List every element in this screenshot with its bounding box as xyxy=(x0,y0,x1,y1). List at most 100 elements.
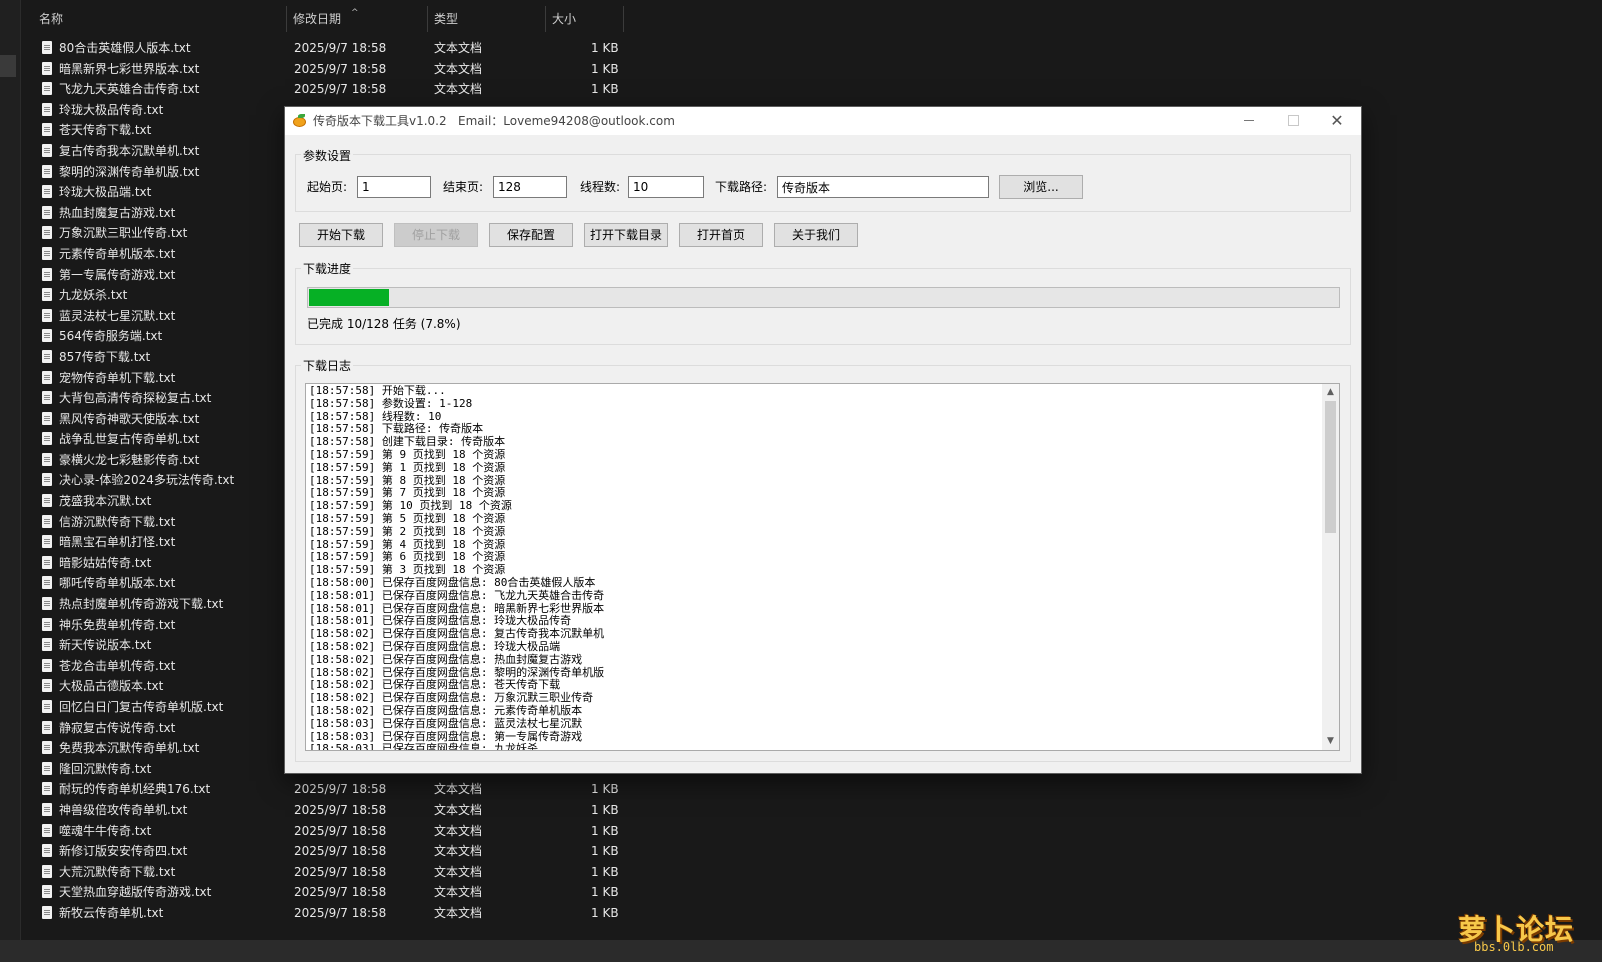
text-file-icon xyxy=(42,452,52,466)
minimize-button[interactable] xyxy=(1227,107,1271,135)
column-header-size[interactable]: 大小 xyxy=(546,6,624,32)
text-file-icon xyxy=(42,308,52,322)
taskbar xyxy=(0,940,1602,962)
log-line: [18:57:59] 第 1 页找到 18 个资源 xyxy=(309,460,506,474)
file-name: 信游沉默传奇下载.txt xyxy=(59,514,176,529)
file-name: 苍龙合击单机传奇.txt xyxy=(59,658,176,673)
file-date: 2025/9/7 18:58 xyxy=(294,844,387,859)
file-name: 热点封魔单机传奇游戏下载.txt xyxy=(59,597,224,612)
log-line: [18:58:02] 已保存百度网盘信息: 玲珑大极品端 xyxy=(309,639,561,653)
log-line: [18:58:02] 已保存百度网盘信息: 元素传奇单机版本 xyxy=(309,703,583,717)
file-type: 文本文档 xyxy=(434,41,483,55)
scroll-down-icon[interactable]: ▼ xyxy=(1322,733,1339,750)
minimize-icon xyxy=(1244,120,1254,121)
file-row[interactable]: 神兽级倍攻传奇单机.txt 2025/9/7 18:58 文本文档 1 KB xyxy=(21,800,661,821)
scroll-up-icon[interactable]: ▲ xyxy=(1322,384,1339,401)
file-name: 暗黑宝石单机打怪.txt xyxy=(59,535,176,550)
start-page-input[interactable] xyxy=(357,176,431,198)
text-file-icon xyxy=(42,700,52,713)
scroll-thumb[interactable] xyxy=(1325,401,1336,533)
log-line: [18:58:02] 已保存百度网盘信息: 热血封魔复古游戏 xyxy=(309,652,583,666)
file-name: 玲珑大极品端.txt xyxy=(59,185,152,200)
file-size: 1 KB xyxy=(591,885,619,900)
open-homepage-button[interactable]: 打开首页 xyxy=(679,223,763,247)
downloader-window: 传奇版本下载工具v1.0.2 Email：Loveme94208@outlook… xyxy=(285,107,1361,773)
file-size: 1 KB xyxy=(591,844,619,859)
file-row[interactable]: 新牧云传奇单机.txt 2025/9/7 18:58 文本文档 1 KB xyxy=(21,903,661,924)
params-group-title: 参数设置 xyxy=(301,147,354,164)
file-name: 静寂复古传说传奇.txt xyxy=(59,720,176,735)
file-row[interactable]: 天堂热血穿越版传奇游戏.txt 2025/9/7 18:58 文本文档 1 KB xyxy=(21,882,661,903)
threads-input[interactable] xyxy=(628,176,704,198)
text-file-icon xyxy=(42,823,52,837)
file-date: 2025/9/7 18:58 xyxy=(294,802,387,817)
file-date: 2025/9/7 18:58 xyxy=(294,41,387,55)
text-file-icon xyxy=(42,143,52,157)
text-file-icon xyxy=(42,761,52,775)
column-header-name[interactable]: 名称 xyxy=(21,6,287,32)
download-path-input[interactable] xyxy=(777,176,989,198)
text-file-icon xyxy=(42,123,52,137)
text-file-icon xyxy=(42,432,52,446)
file-type: 文本文档 xyxy=(434,802,483,817)
browse-button[interactable]: 浏览... xyxy=(999,175,1083,199)
close-button[interactable]: ✕ xyxy=(1315,107,1359,135)
file-row[interactable]: 80合击英雄假人版本.txt 2025/9/7 18:58 文本文档 1 KB xyxy=(21,38,661,59)
file-name: 宠物传奇单机下载.txt xyxy=(59,370,176,385)
text-file-icon xyxy=(42,782,52,796)
open-download-dir-button[interactable]: 打开下载目录 xyxy=(584,223,668,247)
about-us-button[interactable]: 关于我们 xyxy=(774,223,858,247)
file-name: 噬魂牛牛传奇.txt xyxy=(59,823,152,838)
file-name: 第一专属传奇游戏.txt xyxy=(59,267,176,282)
file-type: 文本文档 xyxy=(434,885,483,900)
file-row[interactable]: 大荒沉默传奇下载.txt 2025/9/7 18:58 文本文档 1 KB xyxy=(21,862,661,883)
threads-label: 线程数: xyxy=(580,180,621,194)
text-file-icon xyxy=(42,411,52,425)
text-file-icon xyxy=(42,741,52,755)
file-row[interactable]: 新修订版安安传奇四.txt 2025/9/7 18:58 文本文档 1 KB xyxy=(21,841,661,862)
text-file-icon xyxy=(42,41,52,54)
log-line: [18:58:02] 已保存百度网盘信息: 万象沉默三职业传奇 xyxy=(309,691,594,705)
text-file-icon xyxy=(42,82,52,96)
file-name: 耐玩的传奇单机经典176.txt xyxy=(59,782,211,797)
stop-download-button[interactable]: 停止下载 xyxy=(394,223,478,247)
log-line: [18:58:00] 已保存百度网盘信息: 80合击英雄假人版本 xyxy=(309,575,596,589)
save-config-button[interactable]: 保存配置 xyxy=(489,223,573,247)
maximize-button[interactable] xyxy=(1271,107,1315,135)
file-name: 80合击英雄假人版本.txt xyxy=(59,41,191,55)
file-name: 回忆白日门复古传奇单机版.txt xyxy=(59,700,224,714)
file-name: 大极品古德版本.txt xyxy=(59,679,164,694)
text-file-icon xyxy=(42,349,52,363)
navigation-pane xyxy=(0,0,21,940)
start-page-label: 起始页: xyxy=(307,180,348,194)
title-bar[interactable]: 传奇版本下载工具v1.0.2 Email：Loveme94208@outlook… xyxy=(285,107,1361,135)
download-progress-bar xyxy=(307,287,1340,308)
text-file-icon xyxy=(42,555,52,569)
maximize-icon xyxy=(1287,115,1299,126)
start-download-button[interactable]: 开始下载 xyxy=(299,223,383,247)
file-type: 文本文档 xyxy=(434,823,483,838)
file-name: 暗影姑姑传奇.txt xyxy=(59,555,152,570)
end-page-input[interactable] xyxy=(493,176,567,198)
file-row[interactable]: 噬魂牛牛传奇.txt 2025/9/7 18:58 文本文档 1 KB xyxy=(21,821,661,842)
file-row[interactable]: 暗黑新界七彩世界版本.txt 2025/9/7 18:58 文本文档 1 KB xyxy=(21,59,661,80)
download-log-textarea[interactable]: [18:57:58] 开始下载... [18:57:58] 参数设置: 1-128… xyxy=(305,383,1340,751)
column-header-date[interactable]: ^ 修改日期 xyxy=(287,6,428,32)
column-header-type[interactable]: 类型 xyxy=(428,6,546,32)
file-row[interactable]: 耐玩的传奇单机经典176.txt 2025/9/7 18:58 文本文档 1 KB xyxy=(21,779,661,800)
file-name: 大荒沉默传奇下载.txt xyxy=(59,864,176,879)
file-size: 1 KB xyxy=(591,61,619,76)
file-type: 文本文档 xyxy=(434,782,483,797)
file-name: 新修订版安安传奇四.txt xyxy=(59,844,188,859)
text-file-icon xyxy=(42,802,52,816)
progress-group-title: 下载进度 xyxy=(301,260,354,277)
log-line: [18:57:59] 第 9 页找到 18 个资源 xyxy=(309,447,506,461)
file-size: 1 KB xyxy=(591,905,619,920)
text-file-icon xyxy=(42,617,52,631)
window-email: Email：Loveme94208@outlook.com xyxy=(458,114,675,128)
file-name: 元素传奇单机版本.txt xyxy=(59,246,176,261)
file-row[interactable]: 飞龙九天英雄合击传奇.txt 2025/9/7 18:58 文本文档 1 KB xyxy=(21,79,661,100)
window-title: 传奇版本下载工具v1.0.2 xyxy=(313,114,447,128)
file-size: 1 KB xyxy=(591,802,619,817)
log-scrollbar[interactable]: ▲ ▼ xyxy=(1322,384,1339,750)
